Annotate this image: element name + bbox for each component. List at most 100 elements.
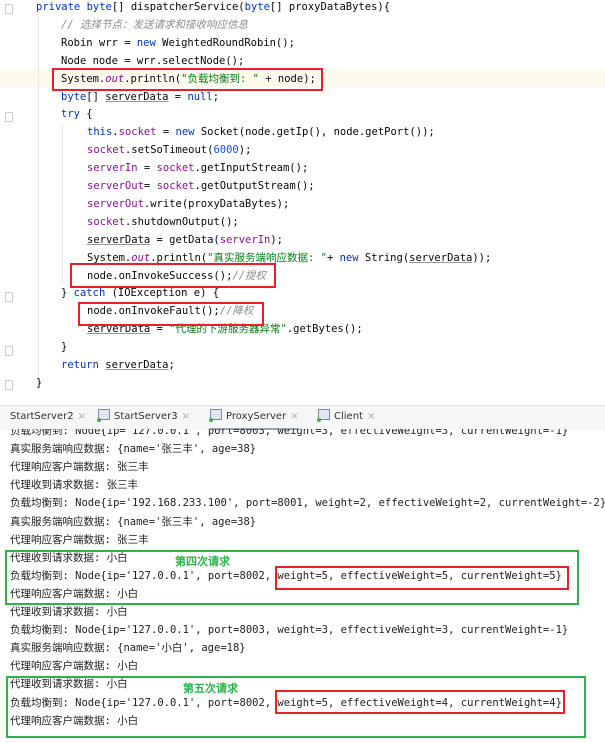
- code-token: // 选择节点：发送请求和接收响应信息: [61, 18, 248, 31]
- code-line: serverData = getData(serverIn);: [87, 231, 283, 249]
- code-token: serverOut: [87, 180, 144, 192]
- code-token: new: [136, 36, 156, 49]
- tab-startserver2[interactable]: StartServer2 ×: [10, 406, 86, 428]
- fold-icon[interactable]: [5, 380, 13, 390]
- highlight-box-invoke-success: [70, 263, 276, 288]
- code-token: serverIn: [87, 162, 138, 175]
- console-line: 代理收到请求数据: 小白: [10, 606, 128, 618]
- close-icon[interactable]: ×: [290, 411, 298, 422]
- code-token: serverIn: [219, 233, 271, 246]
- code-line: serverOut= socket.getOutputStream();: [87, 177, 315, 195]
- close-icon[interactable]: ×: [367, 411, 375, 422]
- tab-label: StartServer2: [10, 411, 74, 422]
- tab-client[interactable]: Client ×: [317, 406, 375, 428]
- code-token: .getBytes();: [286, 323, 363, 336]
- code-token: .getOutputStream();: [194, 180, 315, 192]
- code-line: private byte[] dispatcherService(byte[] …: [36, 0, 390, 16]
- code-line: socket.setSoTimeout(6000);: [87, 141, 251, 159]
- code-token: private byte: [36, 1, 112, 13]
- code-line: this.socket = new Socket(node.getIp(), n…: [87, 123, 435, 141]
- code-token: WeightedRoundRobin();: [155, 36, 295, 49]
- console-line: 代理收到请求数据: 张三丰: [10, 479, 139, 492]
- run-config-icon: [209, 409, 222, 422]
- code-line: Node node = wrr.selectNode();: [61, 52, 244, 70]
- code-token: serverData: [87, 233, 151, 246]
- console-line: 真实服务端响应数据: {name='张三丰', age=38}: [10, 443, 257, 456]
- code-token: .getInputStream();: [194, 162, 309, 175]
- code-token: socket: [87, 144, 125, 157]
- annotation-fourth-request: 第四次请求: [175, 555, 230, 568]
- code-token: byte: [244, 1, 270, 13]
- code-token: ;: [168, 359, 175, 371]
- code-token: catch: [73, 287, 106, 300]
- code-token: =: [137, 162, 157, 175]
- code-token: }: [61, 287, 74, 300]
- code-token: Socket(node.getIp(), node.getPort());: [194, 126, 435, 139]
- highlight-box-weights-fifth: [275, 690, 565, 714]
- code-token: );: [270, 233, 283, 246]
- tab-startserver3[interactable]: StartServer3 ×: [97, 406, 190, 428]
- code-token: ;: [212, 90, 220, 103]
- code-token: serverOut: [87, 197, 144, 210]
- code-line: try {: [61, 105, 93, 123]
- code-token: byte: [61, 90, 87, 103]
- code-line: serverIn = socket.getInputStream();: [87, 159, 308, 177]
- code-token: .shutdownOutput();: [124, 215, 239, 228]
- console-line: 负载均衡到: Node{ip='127.0.0.1', port=8003, w…: [10, 624, 569, 637]
- code-token: Robin wrr =: [61, 36, 137, 49]
- code-token: [] dispatcherService(: [111, 1, 245, 13]
- code-token: return: [61, 359, 99, 371]
- code-token: }: [36, 376, 43, 389]
- code-token: this: [87, 126, 113, 139]
- annotation-fifth-request: 第五次请求: [183, 682, 238, 695]
- code-token: = getData(: [150, 233, 220, 246]
- fold-icon[interactable]: [5, 346, 13, 356]
- tab-label: ProxyServer: [226, 411, 287, 422]
- console-line: 真实服务端响应数据: {name='小白', age=18}: [10, 642, 246, 655]
- code-line: return serverData;: [61, 356, 175, 374]
- code-line: }: [61, 338, 67, 356]
- code-token: 6000: [213, 144, 239, 157]
- code-token: (IOException e) {: [105, 287, 220, 300]
- code-token: socket: [156, 162, 195, 175]
- code-token: "真实服务端响应数据: ": [207, 251, 327, 264]
- code-token: new: [175, 126, 195, 139]
- code-line: socket.shutdownOutput();: [87, 213, 239, 231]
- tab-proxyserver[interactable]: ProxyServer ×: [209, 406, 299, 430]
- code-token: System.: [87, 251, 132, 264]
- code-token: socket: [87, 215, 125, 228]
- code-token: =: [168, 90, 188, 103]
- close-icon[interactable]: ×: [78, 411, 86, 422]
- code-token: );: [238, 144, 252, 157]
- code-token: []: [86, 90, 106, 103]
- code-token: socket: [118, 126, 157, 139]
- code-token: .println(: [150, 251, 208, 264]
- close-icon[interactable]: ×: [182, 411, 190, 422]
- code-token: {: [79, 108, 93, 121]
- code-token: new: [339, 251, 359, 264]
- fold-icon[interactable]: [5, 4, 13, 14]
- code-token: =: [156, 126, 176, 139]
- console-line: 负载均衡到: Node{ip='192.168.233.100', port=8…: [10, 497, 605, 510]
- code-token: serverData: [409, 251, 473, 264]
- run-config-icon: [97, 409, 110, 422]
- console-line: 代理响应客户端数据: 张三丰: [10, 533, 149, 546]
- code-token: serverData: [105, 90, 169, 103]
- code-token: ));: [472, 251, 492, 264]
- highlight-box-println: [52, 68, 323, 91]
- code-editor[interactable]: private byte[] dispatcherService(byte[] …: [0, 0, 605, 400]
- tab-label: Client: [334, 411, 363, 422]
- console-output[interactable]: 负载均衡到: Node{ip='127.0.0.1', port=8003, w…: [0, 429, 605, 743]
- highlight-box-weights-fourth: [275, 566, 569, 590]
- fold-icon[interactable]: [5, 112, 13, 122]
- run-config-icon: [317, 409, 330, 422]
- code-token: =: [143, 180, 157, 192]
- code-token: String(: [358, 251, 410, 264]
- fold-icon[interactable]: [5, 292, 13, 302]
- code-line: }: [36, 374, 42, 392]
- code-token: try: [61, 108, 80, 121]
- code-token: .write(proxyDataBytes);: [143, 197, 290, 210]
- code-token: out: [131, 251, 151, 264]
- code-token: }: [61, 341, 68, 354]
- console-line: 负载均衡到: Node{ip='127.0.0.1', port=8003, w…: [10, 429, 569, 437]
